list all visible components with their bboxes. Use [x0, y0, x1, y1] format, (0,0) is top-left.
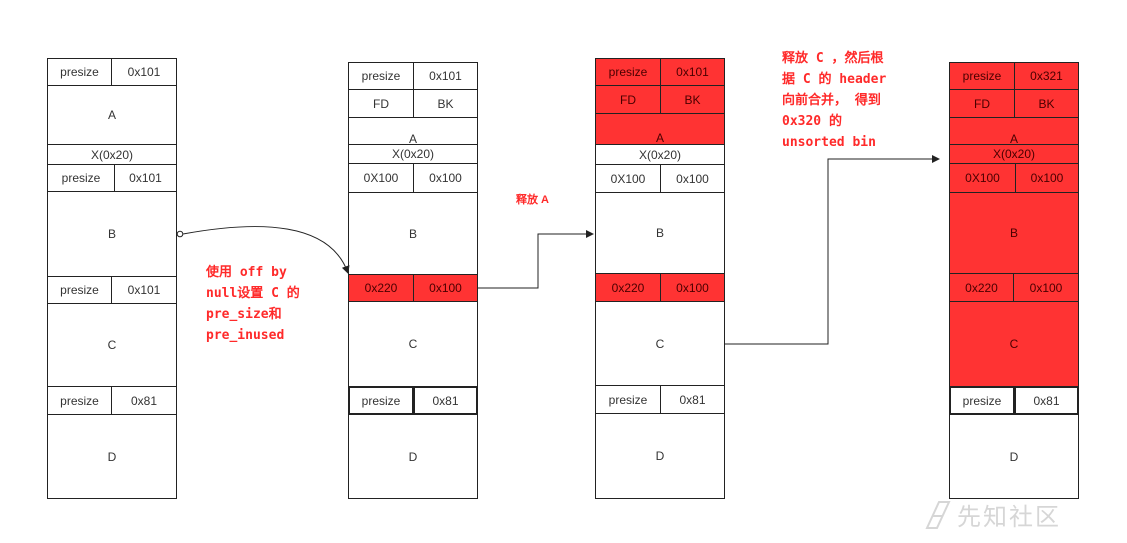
annotation-step1: 使用 off by null设置 C 的 pre_size和 pre_inuse…: [206, 265, 300, 343]
xianzhi-logo-icon: [925, 500, 951, 529]
connector-arrows: [176, 155, 940, 345]
arrow-col2-to-col3: [478, 230, 594, 289]
arrow-col3-to-col4: [725, 155, 940, 345]
watermark: 先知社区: [925, 497, 1061, 532]
annotation-step2: 释放 A: [516, 194, 549, 206]
annotation-step3: 释放 C ，然后根 据 C 的 header 向前合并， 得到 0x320 的 …: [782, 51, 887, 150]
watermark-text: 先知社区: [957, 503, 1061, 531]
connector-origin-dot: [176, 230, 184, 238]
